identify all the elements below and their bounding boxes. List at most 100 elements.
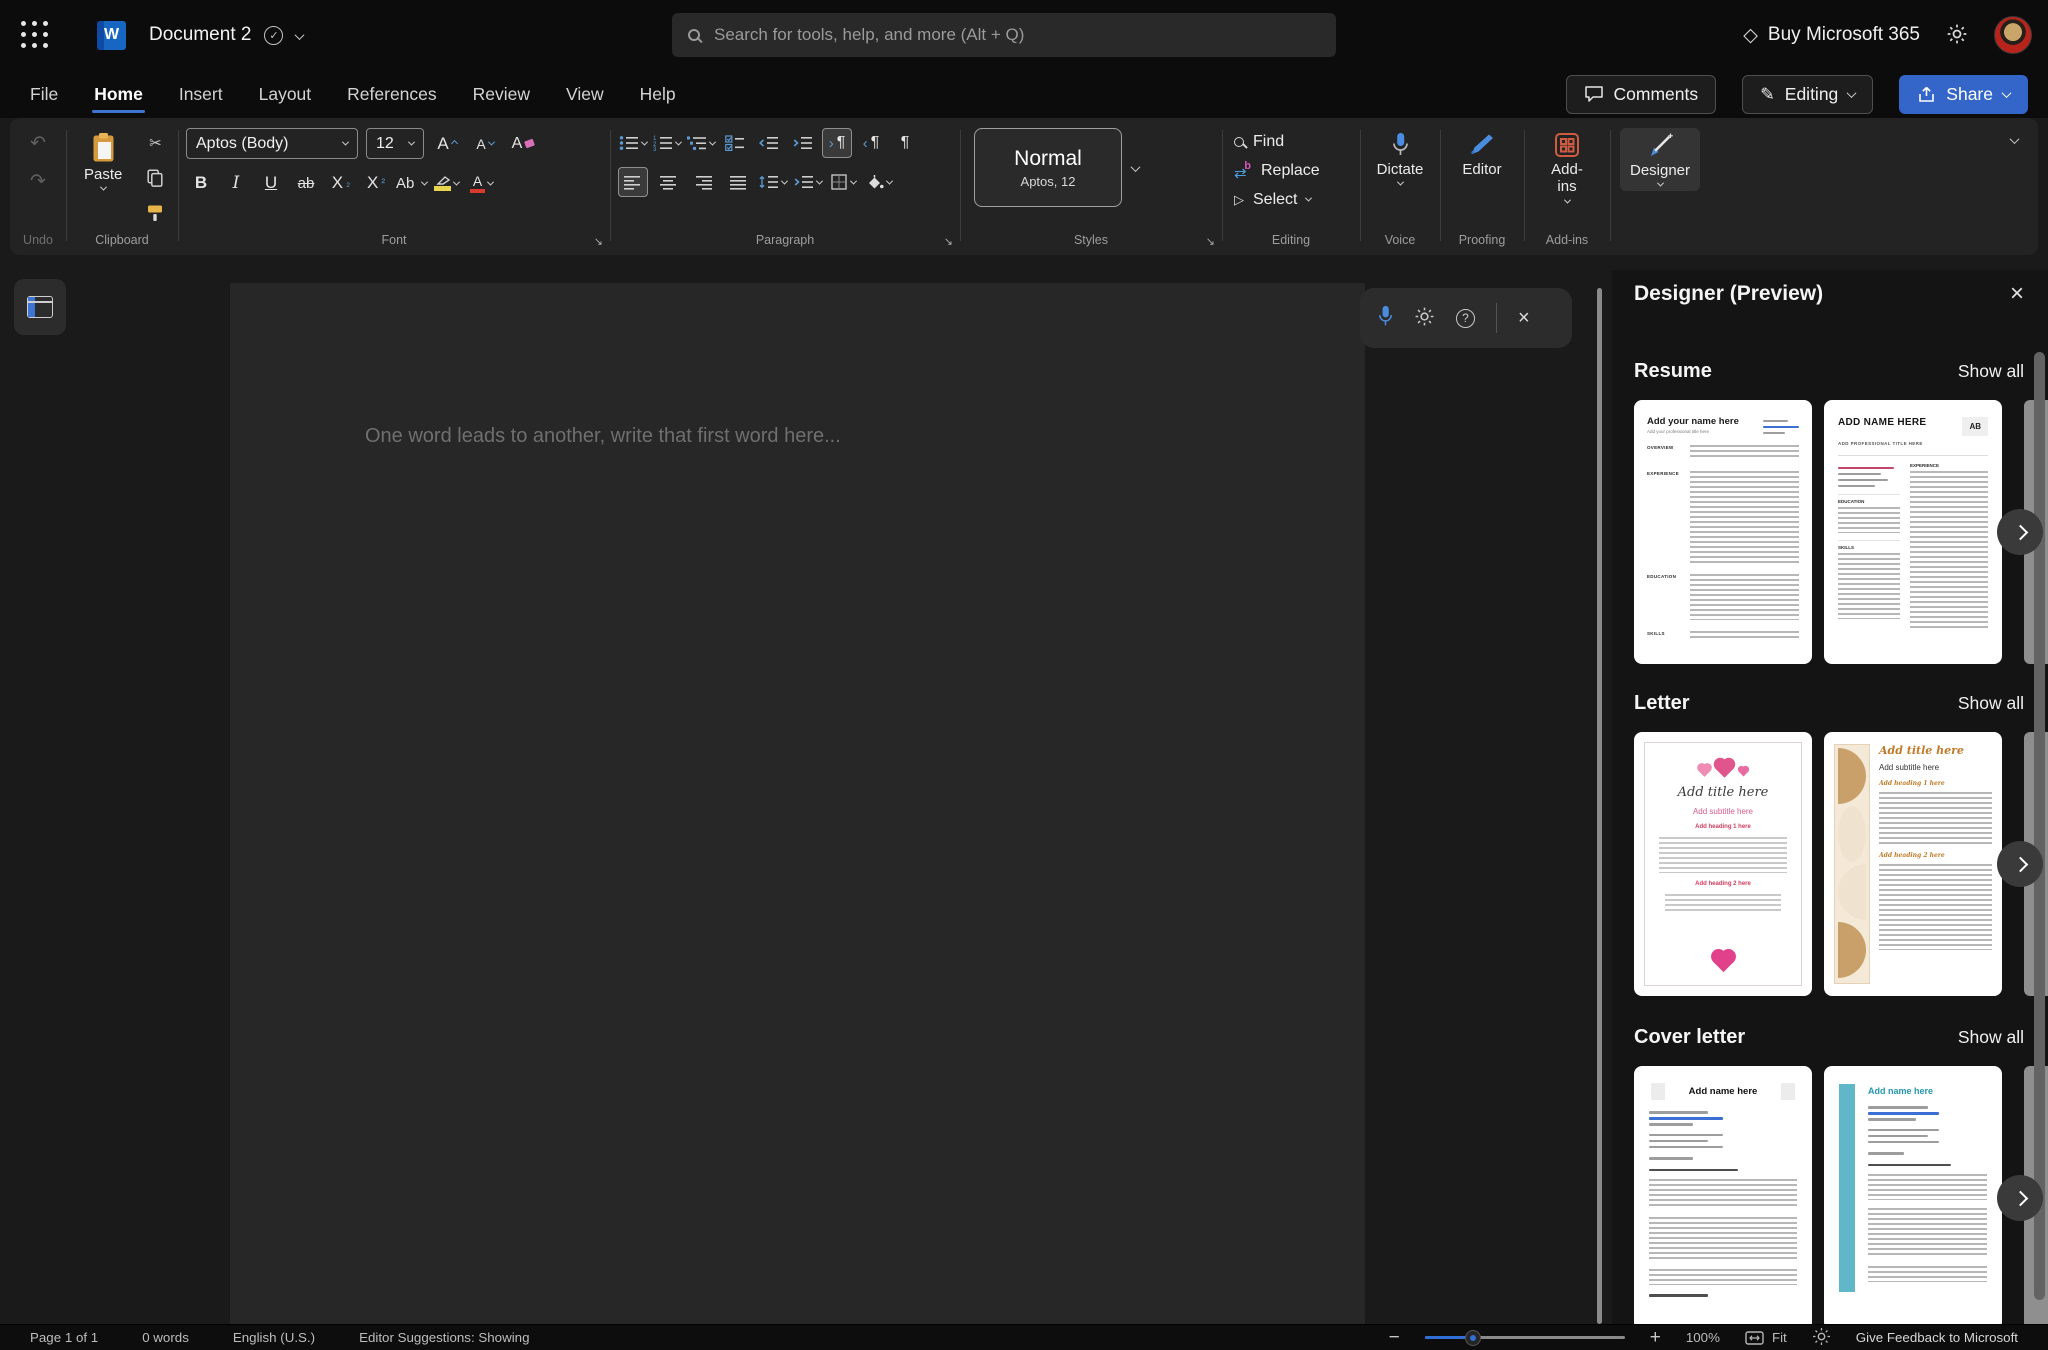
font-dialog-launcher[interactable]: ↘ <box>594 237 603 248</box>
format-painter-button[interactable] <box>140 198 170 228</box>
designer-button[interactable]: Designer <box>1620 128 1700 191</box>
language-status[interactable]: English (U.S.) <box>233 1330 315 1345</box>
tab-references[interactable]: References <box>331 75 453 114</box>
feedback-button[interactable]: Give Feedback to Microsoft <box>1856 1330 2018 1345</box>
page-count-status[interactable]: Page 1 of 1 <box>30 1330 98 1345</box>
fit-to-page-button[interactable]: Fit <box>1745 1330 1787 1345</box>
resume-show-all-link[interactable]: Show all <box>1958 361 2024 382</box>
tab-home[interactable]: Home <box>78 75 159 114</box>
first-line-indent-button[interactable]: ›¶ <box>822 128 852 158</box>
line-spacing-button[interactable] <box>758 167 788 197</box>
show-paragraph-marks-button[interactable]: ¶ <box>890 128 920 158</box>
zoom-level-button[interactable]: 100% <box>1686 1330 1720 1345</box>
document-page[interactable]: One word leads to another, write that fi… <box>230 283 1365 1324</box>
panel-scrollbar[interactable] <box>2034 352 2045 1300</box>
multilevel-list-button[interactable] <box>686 128 716 158</box>
bold-button[interactable]: B <box>186 168 216 198</box>
paragraph-dialog-launcher[interactable]: ↘ <box>944 237 953 248</box>
styles-gallery-dropdown[interactable] <box>1132 160 1139 175</box>
grow-font-button[interactable]: A <box>432 129 462 159</box>
document-scrollbar[interactable] <box>1597 288 1602 1324</box>
select-button[interactable]: ▷ Select <box>1234 186 1352 213</box>
dictation-help-button[interactable]: ? <box>1456 309 1475 328</box>
search-input[interactable]: Search for tools, help, and more (Alt + … <box>672 13 1336 57</box>
find-button[interactable]: Find <box>1234 128 1352 155</box>
tab-insert[interactable]: Insert <box>163 75 239 114</box>
copy-button[interactable] <box>140 163 170 193</box>
font-size-combobox[interactable]: 12 <box>366 128 424 159</box>
settings-gear-button[interactable] <box>1946 23 1968 48</box>
borders-button[interactable] <box>828 167 858 197</box>
change-case-button[interactable]: Ab <box>396 168 427 198</box>
clear-formatting-button[interactable]: A <box>508 129 538 159</box>
editing-mode-dropdown[interactable]: ✎ Editing <box>1742 75 1873 114</box>
cover-letter-carousel-next-button[interactable] <box>1997 1175 2043 1221</box>
zoom-slider[interactable] <box>1425 1336 1625 1340</box>
collapse-ribbon-button[interactable] <box>2011 132 2018 147</box>
highlight-color-button[interactable] <box>432 168 462 198</box>
zoom-out-button[interactable]: − <box>1389 1328 1400 1347</box>
shrink-font-button[interactable]: A <box>470 129 500 159</box>
hanging-indent-button[interactable]: ‹¶ <box>856 128 886 158</box>
numbered-list-button[interactable]: 123 <box>652 128 682 158</box>
font-color-button[interactable]: A <box>467 168 497 198</box>
paragraph-spacing-button[interactable] <box>793 167 823 197</box>
underline-button[interactable]: U <box>256 168 286 198</box>
document-title-dropdown[interactable] <box>296 28 303 43</box>
align-center-button[interactable] <box>653 167 683 197</box>
resume-carousel-next-button[interactable] <box>1997 509 2043 555</box>
comments-button[interactable]: Comments <box>1566 75 1717 114</box>
cover-letter-show-all-link[interactable]: Show all <box>1958 1027 2024 1048</box>
brightness-toggle-button[interactable] <box>1812 1327 1831 1349</box>
cut-button[interactable]: ✂ <box>140 128 170 158</box>
addins-button[interactable]: Add-ins <box>1532 128 1602 208</box>
tab-review[interactable]: Review <box>457 75 546 114</box>
tab-layout[interactable]: Layout <box>243 75 328 114</box>
italic-button[interactable]: I <box>221 168 251 198</box>
template-card-resume-1[interactable]: Add your name here Add your professional… <box>1634 400 1812 664</box>
checklist-button[interactable] <box>720 128 750 158</box>
template-card-resume-2[interactable]: ADD NAME HERE AB ADD PROFESSIONAL TITLE … <box>1824 400 2002 664</box>
align-right-button[interactable] <box>688 167 718 197</box>
template-card-cover-2[interactable]: Add name here <box>1824 1066 2002 1324</box>
user-avatar[interactable] <box>1994 16 2032 54</box>
editor-suggestions-status[interactable]: Editor Suggestions: Showing <box>359 1330 529 1345</box>
dictate-mic-button[interactable] <box>1378 305 1393 331</box>
style-normal-button[interactable]: Normal Aptos, 12 <box>974 128 1122 207</box>
tab-file[interactable]: File <box>14 75 74 114</box>
letter-show-all-link[interactable]: Show all <box>1958 693 2024 714</box>
template-card-letter-2[interactable]: Add title here Add subtitle here Add hea… <box>1824 732 2002 996</box>
navigation-pane-toggle[interactable] <box>14 279 66 335</box>
dictation-close-button[interactable]: × <box>1518 308 1530 328</box>
dictate-button[interactable]: Dictate <box>1367 128 1434 190</box>
word-count-status[interactable]: 0 words <box>142 1330 189 1345</box>
redo-button[interactable]: ↷ <box>23 166 53 196</box>
paste-button[interactable]: Paste <box>74 128 132 228</box>
justify-button[interactable] <box>723 167 753 197</box>
share-button[interactable]: Share <box>1899 75 2028 114</box>
tab-help[interactable]: Help <box>624 75 692 114</box>
undo-button[interactable]: ↶ <box>23 128 53 158</box>
bullet-list-button[interactable] <box>618 128 648 158</box>
buy-microsoft-365-button[interactable]: ◇ Buy Microsoft 365 <box>1743 24 1920 47</box>
align-left-button[interactable] <box>618 167 648 197</box>
font-name-combobox[interactable]: Aptos (Body) <box>186 128 358 159</box>
strikethrough-button[interactable]: ab <box>291 168 321 198</box>
app-launcher-button[interactable] <box>16 16 54 54</box>
zoom-slider-thumb[interactable] <box>1466 1331 1480 1345</box>
replace-button[interactable]: b⇄ Replace <box>1234 157 1352 184</box>
panel-close-button[interactable]: × <box>2010 282 2024 306</box>
decrease-indent-button[interactable] <box>754 128 784 158</box>
zoom-in-button[interactable]: + <box>1650 1328 1661 1347</box>
subscript-button[interactable]: X₂ <box>326 168 356 198</box>
template-card-letter-1[interactable]: Add title here Add subtitle here Add hea… <box>1634 732 1812 996</box>
letter-carousel-next-button[interactable] <box>1997 841 2043 887</box>
tab-view[interactable]: View <box>550 75 620 114</box>
editor-button[interactable]: Editor <box>1452 128 1511 182</box>
styles-dialog-launcher[interactable]: ↘ <box>1206 237 1215 248</box>
shading-button[interactable] <box>863 167 893 197</box>
dictation-settings-button[interactable] <box>1414 306 1435 330</box>
increase-indent-button[interactable] <box>788 128 818 158</box>
template-card-cover-1[interactable]: Add name here <box>1634 1066 1812 1324</box>
superscript-button[interactable]: X² <box>361 168 391 198</box>
